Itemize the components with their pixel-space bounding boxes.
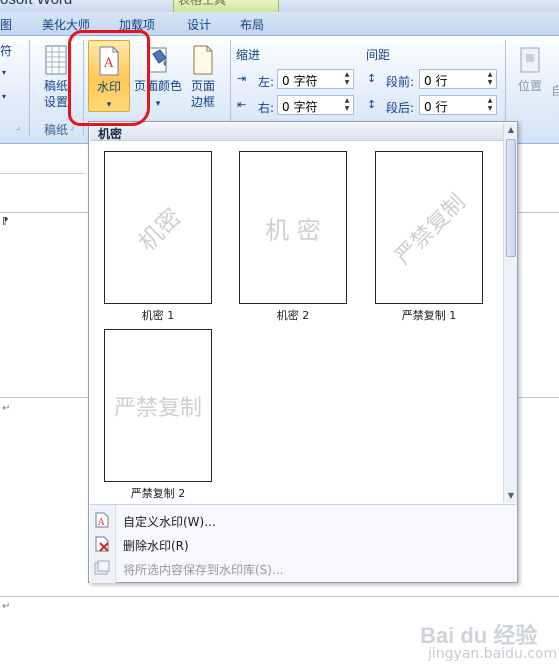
custom-watermark-icon: A — [95, 512, 109, 528]
watermark-caption: 机密 1 — [141, 309, 175, 322]
window-title: osoft Word — [0, 0, 72, 8]
site-watermark: Bai du 经验 jingyan.baidu.com — [420, 618, 558, 668]
page-border-button[interactable]: 页面 边框 — [186, 44, 220, 110]
svg-text:A: A — [97, 518, 105, 528]
indent-left-value: 0 字符 — [282, 74, 318, 88]
spacing-before-icon: ↕ — [367, 72, 377, 85]
spacing-before-input[interactable]: 0 行 ▲ ▼ — [419, 69, 497, 89]
spacing-before-value: 0 行 — [424, 74, 448, 88]
watermark-caption: 严禁复制 1 — [401, 309, 457, 322]
watermark-preview-page: 严禁复制 — [104, 329, 212, 482]
paragraph-mark-icon: ↵ — [2, 403, 11, 414]
page-boundary-line — [518, 212, 559, 213]
page-boundary-line — [0, 596, 559, 597]
watermark-gallery: 机密 机密 机密 1 机 密 机密 2 严禁复制 严禁复制 1 严禁复制 严禁复… — [88, 121, 518, 583]
manuscript-label-1: 稿纸 — [43, 79, 68, 93]
watermark-preview-text: 严禁复制 — [113, 395, 203, 421]
scroll-down-icon[interactable]: ▼ — [504, 489, 518, 503]
spinner-arrows-icon[interactable]: ▲ ▼ — [486, 71, 494, 87]
menu-label: 删除水印(R) — [123, 539, 189, 553]
page-border-icon — [193, 45, 213, 75]
save-to-gallery-icon — [94, 560, 110, 575]
title-bar: osoft Word 表格工具 — [0, 0, 559, 12]
indent-left-input[interactable]: 0 字符 ▲ ▼ — [277, 69, 354, 89]
tab-view-partial[interactable]: 图 — [0, 16, 12, 33]
remove-watermark-menu-item[interactable]: 删除水印(R) — [94, 534, 474, 556]
gallery-section-header: 机密 — [90, 123, 503, 141]
gallery-scrollbar[interactable]: ▲ ▼ — [503, 123, 517, 503]
chevron-down-icon[interactable]: ▾ — [2, 68, 6, 77]
watermark-preview-page: 机密 — [104, 151, 212, 304]
site-watermark-url: jingyan.baidu.com — [428, 646, 558, 662]
watermark-preview-text: 机密 — [132, 202, 187, 257]
spinner-arrows-icon[interactable]: ▲ ▼ — [486, 97, 494, 113]
spinner-arrows-icon[interactable]: ▲ ▼ — [343, 71, 351, 87]
spacing-after-input[interactable]: 0 行 ▲ ▼ — [419, 95, 497, 115]
dialog-launcher-icon[interactable]: ⌟ — [16, 122, 20, 132]
page-border-label-2: 边框 — [190, 95, 215, 109]
save-to-gallery-menu-item[interactable]: 将所选内容保存到水印库(S)... — [94, 558, 474, 580]
spacing-after-label: 段后: — [386, 101, 415, 115]
page-border-label-1: 页面 — [190, 79, 215, 93]
gallery-menu: A 自定义水印(W)... 删除水印(R) 将所选内容保存到水印库(S)... — [90, 504, 516, 583]
tab-design[interactable]: 设计 — [187, 16, 211, 33]
tab-layout[interactable]: 布局 — [240, 16, 264, 33]
indent-right-input[interactable]: 0 字符 ▲ ▼ — [277, 95, 354, 115]
highlight-annotation — [68, 30, 150, 126]
partial-left-label: 符 — [0, 44, 13, 58]
scrollbar-thumb[interactable] — [506, 139, 516, 257]
manuscript-label-2: 设置 — [43, 95, 68, 109]
spacing-after-icon: ↕ — [367, 98, 377, 111]
indent-left-icon: ⇥ — [237, 72, 247, 85]
group-label-indent: 缩进 — [236, 48, 261, 62]
page-boundary-line — [0, 212, 88, 213]
manuscript-icon — [45, 45, 67, 75]
chevron-down-icon: ▾ — [155, 99, 161, 109]
page-boundary-line — [0, 397, 88, 398]
watermark-caption: 严禁复制 2 — [130, 487, 186, 500]
paragraph-mark-icon: ↵ — [2, 601, 11, 612]
indent-right-value: 0 字符 — [282, 100, 318, 114]
scroll-up-icon[interactable]: ▲ — [504, 123, 518, 137]
watermark-caption: 机密 2 — [276, 309, 310, 322]
watermark-preview-page: 严禁复制 — [375, 151, 483, 304]
watermark-preview-page: 机 密 — [239, 151, 347, 304]
group-separator — [29, 40, 30, 136]
page-boundary-line — [518, 397, 559, 398]
custom-watermark-menu-item[interactable]: A 自定义水印(W)... — [94, 510, 474, 532]
group-label-spacing: 间距 — [366, 48, 391, 62]
indent-right-label: 右: — [258, 101, 275, 115]
context-tab-group: 表格工具 — [173, 0, 279, 12]
position-label: 位置 — [517, 79, 542, 93]
indent-left-label: 左: — [258, 75, 275, 89]
watermark-preview-text: 机 密 — [265, 216, 321, 244]
position-icon — [520, 47, 540, 73]
spacing-before-label: 段前: — [386, 75, 415, 89]
text-cursor: ⁋ — [2, 216, 9, 227]
document-top-region — [0, 144, 85, 174]
partial-right-label: 自 — [551, 84, 559, 98]
watermark-preview-text: 严禁复制 — [390, 189, 471, 270]
menu-label: 将所选内容保存到水印库(S)... — [123, 563, 284, 577]
menu-label: 自定义水印(W)... — [123, 515, 216, 529]
spinner-arrows-icon[interactable]: ▲ ▼ — [343, 97, 351, 113]
spacing-after-value: 0 行 — [424, 100, 448, 114]
group-label-manuscript: 稿纸 — [44, 123, 69, 137]
position-button[interactable]: 位置 — [512, 44, 548, 94]
remove-watermark-icon — [95, 536, 109, 552]
context-tab-group-label: 表格工具 — [178, 0, 227, 7]
indent-right-icon: ⇤ — [237, 98, 247, 111]
chevron-down-icon[interactable]: ▾ — [2, 92, 6, 101]
